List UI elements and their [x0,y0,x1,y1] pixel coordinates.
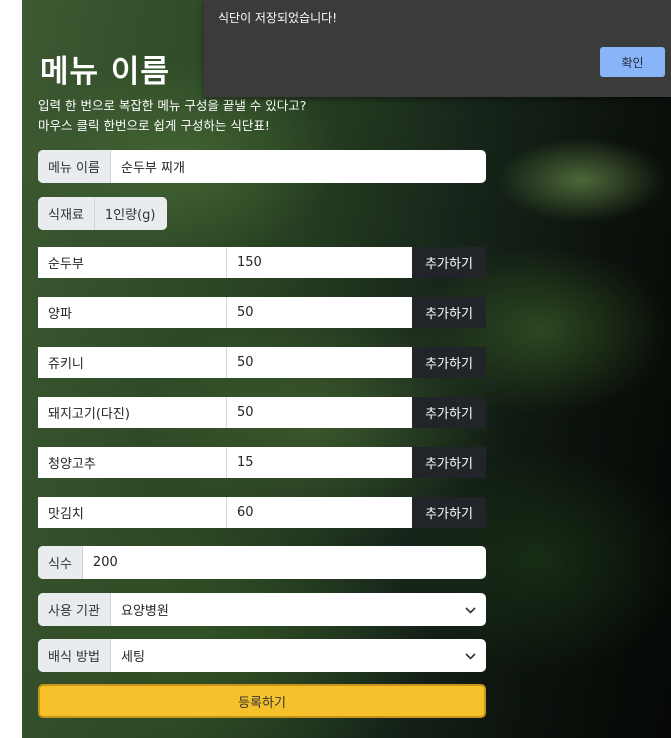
serving-method-group: 배식 방법 세팅 [38,639,486,672]
page-subtitle: 입력 한 번으로 복잡한 메뉴 구성을 끝낼 수 있다고? 마우스 클릭 한번으… [38,96,306,136]
serving-method-select[interactable]: 세팅 [111,639,486,672]
add-ingredient-button[interactable]: 추가하기 [412,247,486,278]
alert-dialog: 식단이 저장되었습니다! 확인 [204,0,671,97]
add-ingredient-button[interactable]: 추가하기 [412,447,486,478]
servings-group: 식수 200 [38,546,486,579]
ingredient-row: 돼지고기(다진) 50 추가하기 [38,397,486,428]
add-ingredient-button[interactable]: 추가하기 [412,397,486,428]
ingredients-label: 식재료 [38,197,94,230]
institution-group: 사용 기관 요양병원 [38,593,486,626]
ingredient-amount-input[interactable]: 50 [227,397,412,428]
add-ingredient-button[interactable]: 추가하기 [412,297,486,328]
ingredient-name-input[interactable]: 순두부 [38,247,227,278]
add-ingredient-button[interactable]: 추가하기 [412,347,486,378]
servings-label: 식수 [38,546,83,579]
ingredient-name-input[interactable]: 맛김치 [38,497,227,528]
register-button[interactable]: 등록하기 [38,684,486,718]
ingredient-name-input[interactable]: 양파 [38,297,227,328]
institution-label: 사용 기관 [38,593,111,626]
servings-input[interactable]: 200 [83,546,486,579]
subtitle-line-1: 입력 한 번으로 복잡한 메뉴 구성을 끝낼 수 있다고? [38,98,307,113]
ingredient-amount-input[interactable]: 15 [227,447,412,478]
ingredient-amount-input[interactable]: 50 [227,347,412,378]
ingredient-row: 양파 50 추가하기 [38,297,486,328]
chevron-down-icon [465,603,476,617]
subtitle-line-2: 마우스 클릭 한번으로 쉽게 구성하는 식단표! [38,118,270,133]
menu-name-label: 메뉴 이름 [38,150,111,183]
ingredient-row: 맛김치 60 추가하기 [38,497,486,528]
page-title: 메뉴 이름 [40,54,170,90]
serving-method-label: 배식 방법 [38,639,111,672]
ingredient-name-input[interactable]: 돼지고기(다진) [38,397,227,428]
chevron-down-icon [465,649,476,663]
unit-label: 1인량(g) [93,197,168,230]
ingredient-name-input[interactable]: 청양고추 [38,447,227,478]
ingredient-row: 쥬키니 50 추가하기 [38,347,486,378]
add-ingredient-button[interactable]: 추가하기 [412,497,486,528]
ingredients-header: 식재료 1인량(g) [38,197,168,230]
menu-name-group: 메뉴 이름 순두부 찌개 [38,150,486,183]
ingredient-name-input[interactable]: 쥬키니 [38,347,227,378]
serving-method-selected-value: 세팅 [120,650,145,665]
confirm-button[interactable]: 확인 [600,47,665,77]
alert-message: 식단이 저장되었습니다! [218,11,338,25]
ingredient-amount-input[interactable]: 150 [227,247,412,278]
ingredient-row: 청양고추 15 추가하기 [38,447,486,478]
institution-select[interactable]: 요양병원 [111,593,486,626]
background-image: 메뉴 이름 입력 한 번으로 복잡한 메뉴 구성을 끝낼 수 있다고? 마우스 … [22,0,671,738]
ingredient-amount-input[interactable]: 50 [227,297,412,328]
ingredient-row: 순두부 150 추가하기 [38,247,486,278]
menu-name-input[interactable]: 순두부 찌개 [111,150,486,183]
institution-selected-value: 요양병원 [120,604,169,619]
ingredient-amount-input[interactable]: 60 [227,497,412,528]
